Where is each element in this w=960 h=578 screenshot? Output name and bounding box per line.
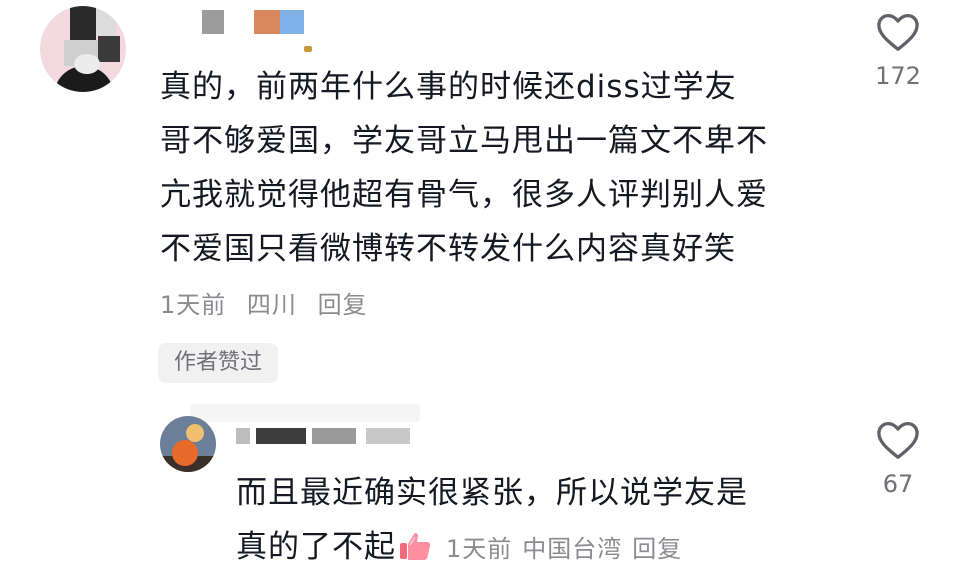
thumbs-up-emoji-icon xyxy=(398,524,432,560)
avatar-fire xyxy=(172,440,198,466)
reply-text-line: 而且最近确实很紧张，所以说学友是 xyxy=(236,475,748,511)
redaction-block xyxy=(304,46,312,52)
avatar-mosaic xyxy=(70,6,96,40)
redaction-block xyxy=(202,10,224,34)
comment-text-line: 哥不够爱国，学友哥立马甩出一篇文不卑不 xyxy=(160,123,768,159)
reply-meta: 1天前 中国台湾 回复 xyxy=(446,535,692,563)
comment-text-line: 真的，前两年什么事的时候还diss过学友 xyxy=(160,69,737,105)
avatar-cat xyxy=(74,54,100,74)
avatar-mosaic xyxy=(98,36,120,62)
reply-text-end: 真的了不起 xyxy=(236,529,396,565)
like-count: 172 xyxy=(875,62,921,90)
redaction-block xyxy=(280,10,304,34)
heart-icon xyxy=(877,422,919,459)
redaction-block xyxy=(256,428,306,444)
author-liked-badge: 作者赞过 xyxy=(158,343,279,383)
reply-like-button[interactable]: 67 xyxy=(870,420,926,498)
reply-like-count: 67 xyxy=(882,470,914,498)
comment-time: 1天前 xyxy=(160,291,227,319)
reply-button[interactable]: 回复 xyxy=(318,291,368,319)
replier-avatar[interactable] xyxy=(160,416,216,472)
comment-location: 四川 xyxy=(246,291,297,319)
reply-location: 中国台湾 xyxy=(522,535,623,563)
commenter-name-redacted[interactable] xyxy=(162,10,322,52)
redaction-block xyxy=(254,10,280,34)
comment-text-line: 不爱国只看微博转不转发什么内容真好笑 xyxy=(160,231,736,267)
comment-meta: 1天前 四川 回复 xyxy=(160,285,380,320)
comment-text: 真的，前两年什么事的时候还diss过学友 哥不够爱国，学友哥立马甩出一篇文不卑不… xyxy=(160,60,840,276)
redaction-block xyxy=(236,428,250,444)
blurred-region xyxy=(190,404,420,422)
like-button[interactable]: 172 xyxy=(870,12,926,90)
reply-reply-button[interactable]: 回复 xyxy=(632,535,682,563)
reply-time: 1天前 xyxy=(446,535,513,563)
replier-name-redacted[interactable] xyxy=(236,424,416,446)
redaction-block xyxy=(312,428,356,444)
reply-text-line-2: 真的了不起 1天前 中国台湾 回复 xyxy=(236,520,836,576)
redaction-block xyxy=(366,428,410,444)
avatar-glow xyxy=(186,424,204,442)
avatar-mosaic xyxy=(96,6,116,36)
heart-icon xyxy=(877,14,919,51)
commenter-avatar[interactable] xyxy=(40,6,126,92)
reply-text: 而且最近确实很紧张，所以说学友是 真的了不起 1天前 中国台湾 回复 xyxy=(236,466,836,576)
comment-text-line: 亢我就觉得他超有骨气，很多人评判别人爱 xyxy=(160,177,768,213)
